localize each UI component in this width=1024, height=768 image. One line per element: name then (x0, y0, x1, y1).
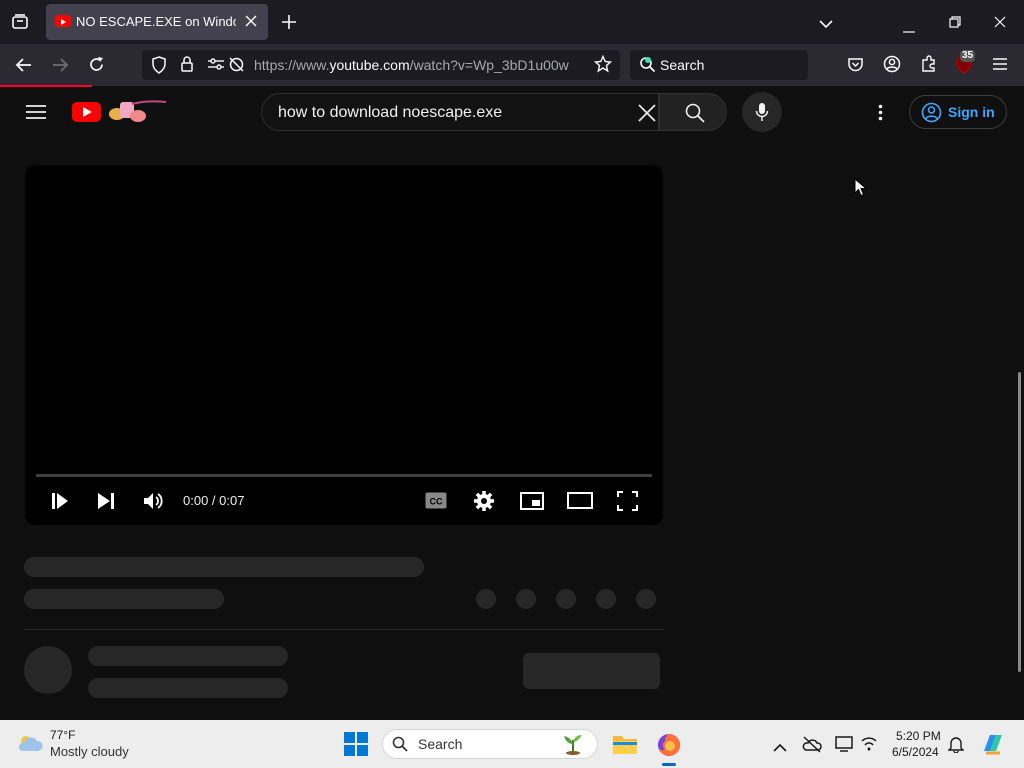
firefox-icon[interactable] (656, 732, 682, 763)
guide-menu-icon[interactable] (26, 104, 46, 125)
network-icon[interactable] (860, 735, 878, 758)
shield-icon[interactable] (151, 56, 167, 79)
file-explorer-icon[interactable] (612, 733, 638, 760)
action-skeleton (476, 589, 496, 609)
subscribers-skeleton (88, 678, 288, 698)
tracking-blocked-icon[interactable] (228, 56, 245, 78)
forward-icon[interactable] (51, 57, 69, 78)
user-circle-icon (921, 102, 942, 128)
subscribe-skeleton (523, 653, 660, 689)
scrollbar[interactable] (1018, 372, 1021, 672)
reload-icon[interactable] (88, 56, 105, 78)
weather-cloud-icon[interactable] (16, 732, 44, 759)
svg-text:CC: CC (430, 497, 443, 507)
fullscreen-icon[interactable] (617, 491, 638, 516)
close-window-icon[interactable] (994, 15, 1006, 33)
search-engine-icon (639, 56, 656, 78)
notification-bell-icon[interactable] (947, 735, 965, 758)
settings-gear-icon[interactable] (473, 490, 495, 517)
close-tab-icon[interactable] (244, 14, 258, 33)
youtube-logo[interactable] (72, 96, 172, 131)
voice-search-button[interactable] (742, 92, 782, 132)
extensions-icon[interactable] (920, 55, 937, 78)
copilot-icon[interactable] (980, 731, 1006, 762)
theater-mode-icon[interactable] (567, 492, 593, 514)
volume-icon[interactable] (143, 491, 163, 516)
onedrive-offline-icon[interactable] (802, 735, 822, 758)
captions-icon[interactable]: CC (425, 492, 447, 514)
clear-search-icon[interactable] (638, 104, 656, 127)
youtube-favicon-icon (55, 15, 71, 27)
pocket-icon[interactable] (847, 56, 864, 78)
tab-list-icon[interactable] (11, 13, 29, 31)
youtube-search-button[interactable] (659, 93, 727, 131)
action-skeleton (636, 589, 656, 609)
minimize-icon[interactable] (903, 20, 915, 38)
bookmark-star-icon[interactable] (593, 54, 613, 78)
weather-description[interactable]: Mostly cloudy (50, 744, 129, 759)
ublock-icon[interactable]: 35 (955, 50, 976, 79)
avatar-skeleton (24, 646, 72, 694)
action-skeleton (596, 589, 616, 609)
lock-icon[interactable] (180, 55, 194, 78)
youtube-search-query[interactable]: how to download noescape.exe (278, 104, 502, 122)
account-icon[interactable] (883, 55, 901, 78)
action-skeleton (516, 589, 536, 609)
url-text[interactable]: https://www.youtube.com/watch?v=Wp_3bD1u… (254, 57, 574, 73)
extension-badge: 35 (960, 50, 976, 62)
play-pause-icon[interactable] (51, 492, 69, 515)
chevron-down-icon[interactable] (818, 16, 834, 34)
meta-skeleton (24, 589, 224, 609)
restore-icon[interactable] (949, 15, 961, 33)
microphone-icon (755, 102, 769, 127)
active-app-indicator (662, 763, 676, 766)
menu-icon[interactable] (992, 57, 1008, 76)
weather-temperature[interactable]: 77°F (50, 728, 75, 742)
clock-date[interactable]: 6/5/2024 (892, 745, 939, 759)
divider (24, 629, 664, 630)
chevron-up-icon[interactable] (773, 739, 787, 757)
clock-time[interactable]: 5:20 PM (896, 729, 941, 743)
search-icon (685, 103, 705, 128)
url-path: /watch?v=Wp_3bD1u00w (409, 57, 569, 73)
browser-search-box[interactable] (630, 50, 808, 80)
title-skeleton (24, 557, 424, 577)
new-tab-icon[interactable] (281, 14, 297, 35)
browser-tab[interactable]: NO ESCAPE.EXE on Windows 1 (46, 4, 268, 40)
mouse-cursor-icon (854, 177, 868, 202)
miniplayer-icon[interactable] (520, 492, 544, 515)
action-skeleton (556, 589, 576, 609)
plant-highlight-icon (560, 732, 586, 761)
sign-in-label[interactable]: Sign in (948, 104, 995, 120)
back-icon[interactable] (15, 57, 33, 78)
channel-skeleton (88, 646, 288, 666)
next-video-icon[interactable] (97, 492, 115, 515)
taskbar-search-icon (392, 736, 408, 757)
video-progress-bar[interactable] (36, 474, 652, 477)
display-icon[interactable] (835, 735, 853, 758)
taskbar-search-placeholder[interactable]: Search (418, 736, 462, 752)
windows-start-icon[interactable] (344, 732, 368, 761)
permissions-icon[interactable] (207, 57, 225, 76)
url-host: https://www.youtube.com (254, 57, 410, 73)
browser-search-placeholder: Search (660, 57, 705, 73)
tab-title: NO ESCAPE.EXE on Windows 1 (76, 14, 236, 29)
video-time: 0:00 / 0:07 (183, 493, 245, 508)
video-player[interactable] (25, 165, 663, 525)
more-options-icon[interactable] (878, 104, 883, 126)
